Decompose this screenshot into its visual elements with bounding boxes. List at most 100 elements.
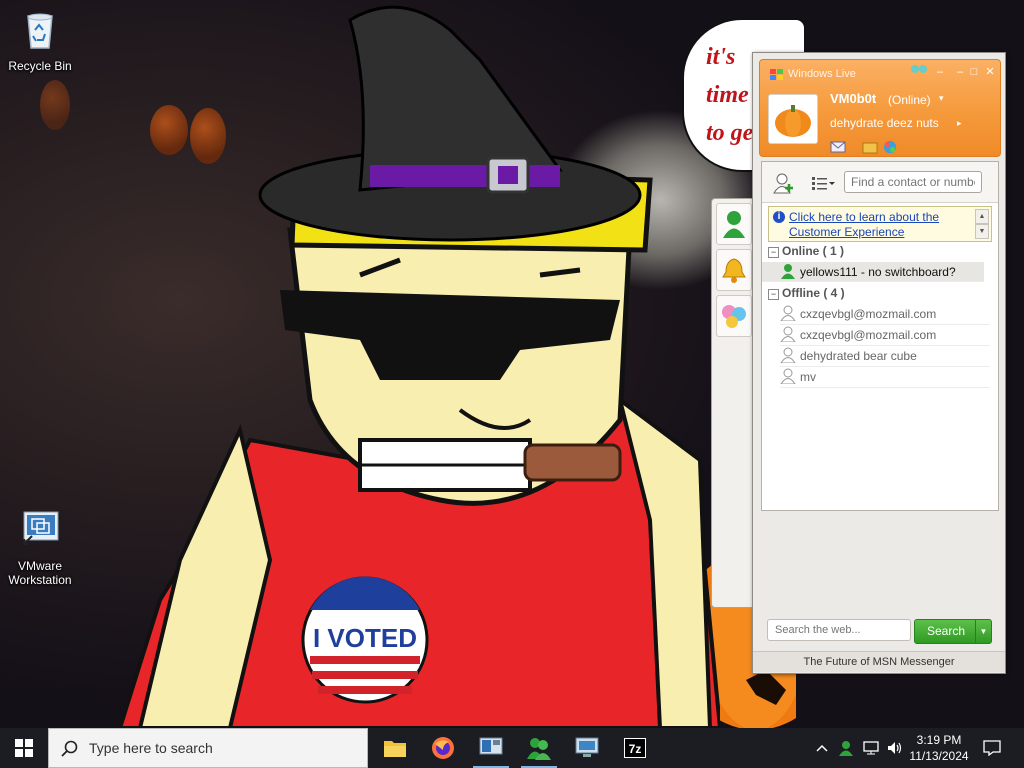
offline-buddy-icon bbox=[780, 347, 796, 363]
avatar[interactable] bbox=[768, 94, 818, 144]
clock-date[interactable]: 11/13/2024 bbox=[906, 749, 972, 763]
contact-item[interactable]: mv bbox=[780, 367, 990, 388]
svg-text:I VOTED: I VOTED bbox=[313, 623, 417, 653]
7zip-taskbar-button[interactable]: 7z bbox=[611, 728, 659, 768]
butterfly-icon bbox=[722, 305, 746, 328]
collapse-icon: − bbox=[768, 247, 779, 258]
contact-list-panel: i Click here to learn about the Customer… bbox=[761, 161, 999, 511]
vmware-workstation-label: VMware Workstation bbox=[8, 559, 72, 587]
contact-list-options-icon[interactable] bbox=[810, 172, 836, 194]
group-offline-label: Offline ( 4 ) bbox=[782, 286, 845, 300]
customer-experience-link[interactable]: Click here to learn about the Customer E… bbox=[789, 210, 969, 240]
minimize-button[interactable]: – bbox=[934, 66, 946, 78]
group-online[interactable]: − Online ( 1 ) bbox=[768, 242, 844, 260]
search-placeholder: Type here to search bbox=[89, 740, 213, 756]
web-search-input[interactable] bbox=[767, 619, 911, 641]
folder-icon bbox=[384, 741, 406, 757]
search-options-dropdown[interactable]: ▼ bbox=[975, 619, 992, 644]
start-button[interactable] bbox=[0, 728, 48, 768]
offline-buddy-icon bbox=[780, 326, 796, 342]
contact-item[interactable]: cxzqevbgl@mozmail.com bbox=[780, 304, 990, 325]
offline-buddy-icon bbox=[780, 305, 796, 321]
group-offline[interactable]: − Offline ( 4 ) bbox=[768, 284, 845, 302]
msn-buddy-tray-icon bbox=[839, 741, 853, 756]
msn-messenger-taskbar-button[interactable] bbox=[515, 728, 563, 768]
recycle-bin-icon bbox=[27, 13, 53, 49]
monitor-icon bbox=[575, 737, 599, 757]
personal-message-dropdown-icon[interactable]: ▸ bbox=[957, 118, 962, 129]
collapse-button[interactable]: – bbox=[954, 66, 966, 78]
network-icon bbox=[863, 741, 879, 755]
windows-logo-icon bbox=[15, 739, 33, 757]
vmware-workstation-desktop-icon[interactable]: VMware Workstation bbox=[0, 508, 80, 587]
alerts-tab[interactable] bbox=[716, 249, 752, 291]
add-contact-icon[interactable] bbox=[772, 172, 796, 194]
status-selector[interactable]: (Online) bbox=[888, 93, 931, 107]
recycle-bin-label: Recycle Bin bbox=[8, 59, 72, 73]
group-online-label: Online ( 1 ) bbox=[782, 244, 845, 258]
info-banner: i Click here to learn about the Customer… bbox=[768, 206, 992, 242]
offline-buddy-icon bbox=[780, 368, 796, 384]
spaces-folder-icon[interactable] bbox=[862, 140, 878, 154]
personal-message[interactable]: dehydrate deez nuts bbox=[830, 116, 939, 130]
msn-globe-icon[interactable] bbox=[882, 140, 898, 154]
search-icon bbox=[61, 740, 78, 757]
contact-name: mv bbox=[800, 370, 816, 384]
msn-footer: The Future of MSN Messenger bbox=[753, 651, 1005, 672]
mail-icon[interactable] bbox=[830, 140, 846, 154]
display-name[interactable]: VM0b0t bbox=[830, 91, 876, 106]
action-center-button[interactable] bbox=[978, 728, 1006, 768]
recycle-bin-desktop-icon[interactable]: Recycle Bin bbox=[0, 8, 80, 73]
7zip-icon: 7z bbox=[624, 738, 646, 758]
volume-tray-icon[interactable] bbox=[884, 728, 906, 768]
msn-butterfly-small-icon bbox=[911, 65, 927, 78]
msn-buddy-icon bbox=[723, 211, 745, 238]
contact-name: cxzqevbgl@mozmail.com bbox=[800, 307, 937, 321]
info-icon: i bbox=[773, 211, 785, 223]
contact-name: dehydrated bear cube bbox=[800, 349, 917, 363]
contact-item[interactable]: cxzqevbgl@mozmail.com bbox=[780, 325, 990, 346]
fun-tab[interactable] bbox=[716, 295, 752, 337]
network-tray-icon[interactable] bbox=[860, 728, 882, 768]
contact-toolbar bbox=[762, 162, 998, 203]
msn-messenger-window: Windows Live – – □ ✕ VM0b0t (Online) ▾ d… bbox=[752, 52, 1006, 674]
maximize-button[interactable]: □ bbox=[968, 66, 980, 78]
find-contact-input[interactable] bbox=[844, 171, 982, 193]
online-buddy-icon bbox=[781, 264, 795, 279]
firefox-taskbar-button[interactable] bbox=[419, 728, 467, 768]
firefox-icon bbox=[432, 737, 454, 759]
file-explorer-taskbar-button[interactable] bbox=[371, 728, 419, 768]
msn-side-panel bbox=[711, 198, 754, 608]
taskbar: Type here to search 7z 3:19 PM 11/13/202… bbox=[0, 728, 1024, 768]
banner-scroll-up-button[interactable]: ▲ bbox=[975, 209, 989, 224]
collapse-icon: − bbox=[768, 289, 779, 300]
contact-name: yellows111 - no switchboard? bbox=[800, 265, 956, 279]
pumpkin-avatar-icon bbox=[775, 105, 811, 137]
msn-tray-icon[interactable] bbox=[836, 728, 856, 768]
vmware-taskbar-button[interactable] bbox=[467, 728, 515, 768]
bell-icon bbox=[722, 258, 746, 283]
banner-scroll-down-button[interactable]: ▼ bbox=[975, 224, 989, 239]
windows-live-logo-icon bbox=[770, 69, 783, 80]
show-hidden-icons-button[interactable] bbox=[812, 728, 832, 768]
cartoon-character-artwork: I VOTED bbox=[117, 5, 720, 728]
close-button[interactable]: ✕ bbox=[984, 66, 996, 78]
web-search-button[interactable]: Search bbox=[914, 619, 978, 644]
contacts-tab[interactable] bbox=[716, 203, 752, 245]
contact-item[interactable]: yellows111 - no switchboard? bbox=[762, 262, 984, 282]
window-title: Windows Live bbox=[788, 68, 856, 80]
msn-profile-header: Windows Live – – □ ✕ VM0b0t (Online) ▾ d… bbox=[759, 59, 1001, 157]
speaker-icon bbox=[888, 742, 902, 754]
msn-buddies-icon bbox=[527, 738, 551, 760]
contact-item[interactable]: dehydrated bear cube bbox=[780, 346, 990, 367]
clock-time[interactable]: 3:19 PM bbox=[906, 733, 972, 747]
svg-text:7z: 7z bbox=[629, 742, 642, 756]
taskbar-search-box[interactable]: Type here to search bbox=[48, 728, 368, 768]
notification-icon bbox=[983, 740, 1001, 756]
status-dropdown-icon[interactable]: ▾ bbox=[939, 93, 944, 104]
vmware-workstation-icon bbox=[23, 511, 59, 545]
remote-desktop-taskbar-button[interactable] bbox=[563, 728, 611, 768]
contact-name: cxzqevbgl@mozmail.com bbox=[800, 328, 937, 342]
chevron-up-icon bbox=[816, 744, 828, 752]
vmware-icon bbox=[479, 737, 503, 755]
